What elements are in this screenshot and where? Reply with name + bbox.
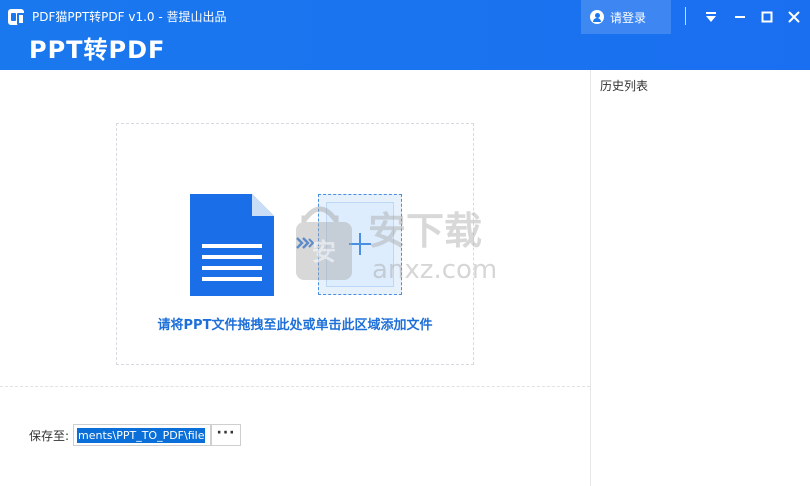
minimize-button[interactable] [730,6,750,28]
login-label: 请登录 [610,10,647,25]
app-logo-icon [8,9,25,25]
section-divider [0,386,590,387]
page-title: PPT转PDF [29,36,166,64]
user-icon [590,10,604,24]
window-controls-separator [685,7,686,25]
maximize-icon [761,11,773,23]
browse-button[interactable]: ··· [211,424,241,446]
save-to-label: 保存至: [29,429,70,443]
add-file-target[interactable] [318,194,402,295]
close-button[interactable] [784,6,804,28]
dropdown-menu-button[interactable] [701,6,721,28]
drop-hint-text: 请将PPT文件拖拽至此处或单击此区域添加文件 [157,318,433,333]
save-path-value: ments\PPT_TO_PDF\file [77,428,206,443]
document-icon [190,194,274,296]
history-title: 历史列表 [600,79,649,93]
window-title: PDF猫PPT转PDF v1.0 - 菩提山出品 [32,10,227,24]
double-arrow-icon [296,237,314,249]
maximize-button[interactable] [757,6,777,28]
app-header: PDF猫PPT转PDF v1.0 - 菩提山出品 PPT转PDF 请登录 [0,0,810,70]
chevron-down-icon [706,12,716,22]
login-button[interactable]: 请登录 [581,0,671,34]
history-panel: 历史列表 [590,70,810,486]
save-path-input[interactable]: ments\PPT_TO_PDF\file [73,424,211,446]
close-icon [788,11,800,23]
minimize-icon [735,16,745,18]
file-drop-zone[interactable]: 请将PPT文件拖拽至此处或单击此区域添加文件 [116,123,474,365]
plus-icon [349,233,371,255]
